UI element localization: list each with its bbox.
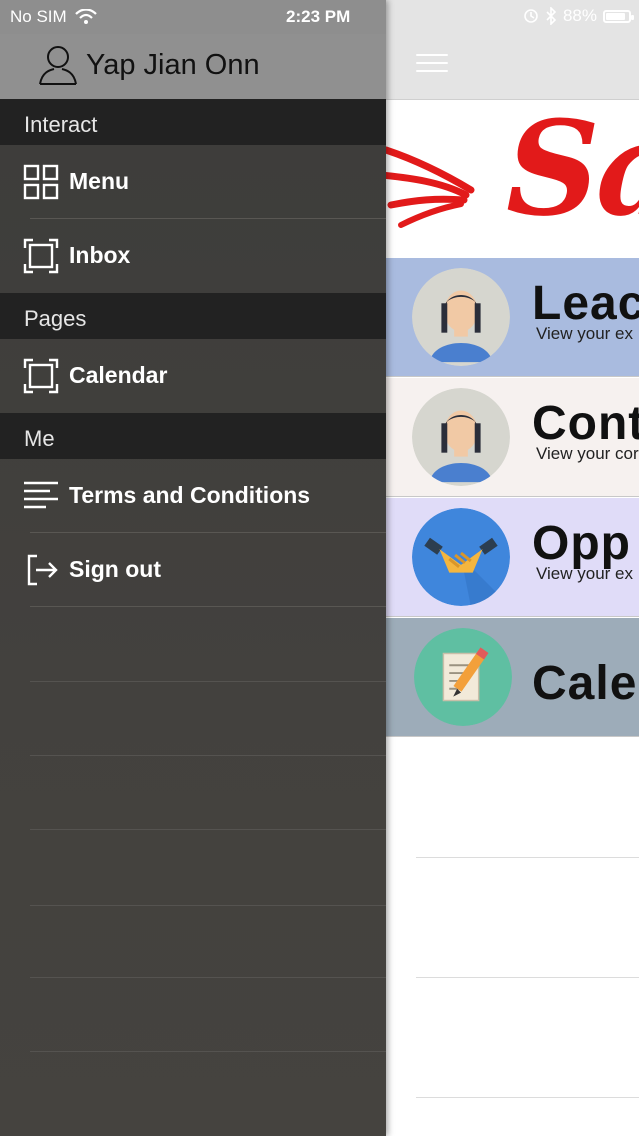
tile-title: Cont — [532, 397, 639, 450]
status-bar-left: No SIM 2:23 PM — [0, 0, 386, 34]
dashboard-tile-leads[interactable]: Leac View your ex — [386, 258, 639, 377]
dashboard-tile-calendar[interactable]: Cale — [386, 618, 639, 737]
status-bar-right: 88% — [386, 0, 639, 34]
menu-item-calendar[interactable]: Calendar — [0, 339, 386, 413]
divider — [30, 681, 386, 682]
sign-out-icon — [27, 554, 58, 586]
menu-item-label: Sign out — [69, 556, 161, 582]
notepad-pencil-icon — [414, 628, 512, 726]
profile-header[interactable]: Yap Jian Onn — [0, 34, 386, 99]
battery-icon — [603, 9, 634, 23]
menu-item-menu[interactable]: Menu — [0, 145, 386, 219]
battery-percent: 88% — [562, 6, 597, 25]
person-avatar-icon — [412, 268, 510, 366]
bluetooth-icon — [546, 7, 557, 25]
hamburger-menu-icon[interactable] — [416, 54, 448, 78]
tile-title: Opp — [532, 517, 631, 570]
divider — [30, 755, 386, 756]
menu-item-sign-out[interactable]: Sign out — [0, 533, 386, 607]
tile-subtitle: View your ex — [536, 564, 634, 583]
menu-item-label: Menu — [69, 168, 130, 194]
top-navigation-bar — [386, 34, 639, 100]
menu-item-inbox[interactable]: Inbox — [0, 219, 386, 293]
divider — [416, 857, 639, 858]
divider — [30, 977, 386, 978]
side-drawer: No SIM 2:23 PM Yap Jian Onn Interact Men… — [0, 0, 386, 1136]
carrier-label: No SIM — [10, 7, 67, 26]
divider — [30, 1051, 386, 1052]
person-avatar-icon — [412, 388, 510, 486]
main-content: 88% Sa — [386, 0, 639, 1136]
dashboard-tile-contacts[interactable]: Cont View your cor — [386, 378, 639, 497]
menu-item-label: Inbox — [69, 242, 131, 268]
text-lines-icon — [24, 481, 58, 509]
menu-item-terms[interactable]: Terms and Conditions — [0, 459, 386, 533]
tile-title: Leac — [532, 277, 639, 330]
user-icon — [39, 46, 77, 85]
tile-subtitle: View your cor — [536, 444, 639, 463]
menu-item-label: Terms and Conditions — [69, 482, 311, 508]
divider — [30, 829, 386, 830]
divider — [30, 905, 386, 906]
menu-item-label: Calendar — [69, 362, 168, 388]
tile-title: Cale — [532, 657, 638, 710]
logo-swoosh-icon — [386, 146, 475, 228]
status-time: 2:23 PM — [286, 7, 351, 26]
brand-logo: Sa — [386, 100, 639, 258]
frame-icon — [23, 238, 59, 274]
grid-icon — [23, 164, 59, 200]
section-header-me: Me — [0, 413, 386, 459]
frame-icon — [23, 358, 59, 394]
logo-text: Sa — [506, 100, 639, 245]
handshake-icon — [412, 508, 510, 606]
divider — [416, 1097, 639, 1098]
app-screen: 88% Sa — [0, 0, 639, 1136]
dashboard-tile-opportunities[interactable]: Opp View your ex — [386, 498, 639, 617]
alarm-lock-icon — [524, 9, 538, 23]
divider — [416, 977, 639, 978]
wifi-icon — [74, 9, 97, 24]
section-header-pages: Pages — [0, 293, 386, 339]
tile-subtitle: View your ex — [536, 324, 634, 343]
profile-name: Yap Jian Onn — [86, 49, 260, 81]
section-header-interact: Interact — [0, 99, 386, 145]
